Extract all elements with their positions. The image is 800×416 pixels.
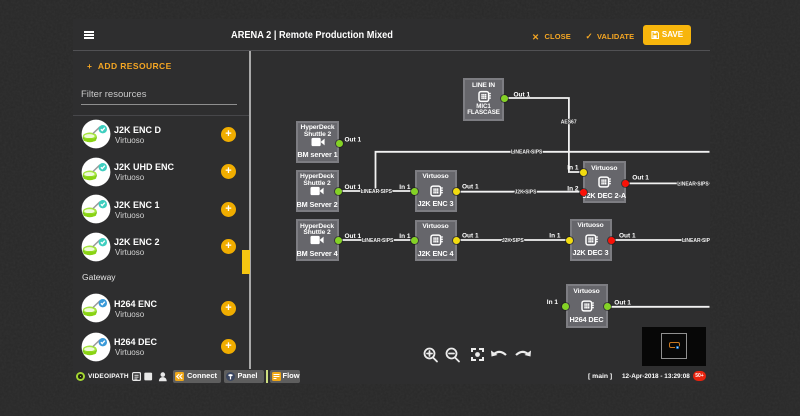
svg-text:LINEAR SIPS: LINEAR SIPS [677,181,709,187]
svg-text:LINEAR SIPS: LINEAR SIPS [511,150,543,156]
svg-text:Out 1: Out 1 [614,300,631,307]
svg-text:In 1: In 1 [567,165,579,172]
svg-text:In 1: In 1 [547,299,559,306]
svg-text:In 1: In 1 [399,184,411,191]
svg-text:LINEAR SIP: LINEAR SIP [682,238,711,244]
svg-text:Out 1: Out 1 [345,184,362,191]
svg-text:Out 1: Out 1 [345,233,362,240]
svg-text:J2K SIPS: J2K SIPS [502,238,525,244]
svg-text:In 1: In 1 [399,233,411,240]
svg-text:Out 1: Out 1 [462,233,479,240]
svg-text:In 2: In 2 [567,185,579,192]
svg-text:AES67: AES67 [561,120,577,126]
svg-text:LINEAR SIPS: LINEAR SIPS [362,238,394,244]
svg-text:Out 1: Out 1 [514,92,531,99]
svg-text:Out 1: Out 1 [619,233,636,240]
svg-text:Out 1: Out 1 [632,175,649,182]
svg-text:J2K SIPS: J2K SIPS [515,190,538,196]
svg-text:Out 1: Out 1 [462,184,479,191]
svg-text:LINEAR SIPS: LINEAR SIPS [361,189,393,195]
svg-text:Out 1: Out 1 [345,137,362,144]
svg-text:In 1: In 1 [549,233,561,240]
